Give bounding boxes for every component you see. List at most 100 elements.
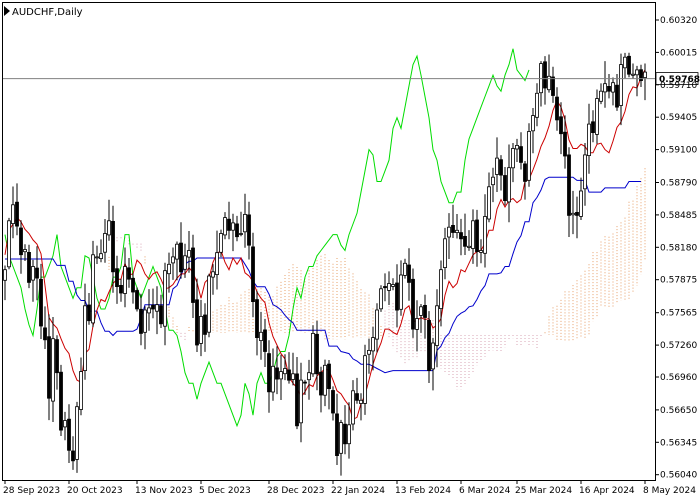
candle-body	[179, 242, 183, 273]
x-tick-label: 22 Jan 2024	[331, 486, 385, 496]
candle-body	[615, 84, 619, 108]
candle-body	[367, 349, 371, 355]
candle-body	[511, 148, 515, 169]
candle	[311, 325, 315, 377]
candle-body	[607, 86, 611, 92]
x-tick-label: 16 Apr 2024	[579, 486, 635, 496]
candle-body	[475, 219, 479, 253]
candle-body	[91, 254, 95, 324]
candle-body	[303, 381, 307, 384]
candle-body	[431, 342, 435, 370]
candle-body	[51, 338, 55, 402]
candle-body	[379, 288, 383, 310]
y-tick-label: 0.57875	[660, 276, 697, 286]
candle-body	[643, 71, 647, 78]
candle-body	[611, 82, 615, 93]
candle-body	[7, 220, 11, 268]
candle-body	[599, 90, 603, 102]
candle-body	[459, 232, 463, 240]
candle-body	[535, 92, 539, 118]
candle-body	[451, 224, 455, 233]
candle-body	[523, 163, 527, 182]
candle-body	[83, 305, 87, 371]
candle-body	[519, 146, 523, 163]
candle-body	[259, 331, 263, 341]
candle-body	[39, 278, 43, 327]
candle-body	[479, 250, 483, 253]
y-tick-label: 0.60015	[660, 48, 697, 58]
candle-body	[335, 413, 339, 456]
candle-body	[275, 367, 279, 380]
candle-body	[291, 373, 295, 380]
y-tick-label: 0.56650	[660, 406, 697, 416]
y-tick-label: 0.59710	[660, 81, 697, 91]
candle-body	[271, 365, 275, 393]
candle-body	[563, 131, 567, 157]
candle-body	[143, 309, 147, 333]
x-tick-label: 13 Feb 2024	[395, 486, 451, 496]
candle	[135, 287, 139, 312]
candle-body	[71, 450, 75, 462]
candle-body	[447, 226, 451, 238]
candle-body	[543, 61, 547, 89]
candle-body	[171, 256, 175, 264]
candle-body	[207, 275, 211, 333]
candle-body	[151, 304, 155, 310]
candle-body	[307, 372, 311, 381]
candle	[411, 268, 415, 338]
candle-body	[175, 243, 179, 260]
candle-body	[327, 363, 331, 390]
candle-body	[55, 339, 59, 374]
candle-body	[267, 353, 271, 393]
candle-body	[419, 306, 423, 316]
candle	[59, 364, 63, 436]
candle-body	[67, 418, 71, 451]
candle-body	[139, 308, 143, 334]
candle-body	[503, 175, 507, 202]
candle-body	[47, 336, 51, 399]
y-axis: 0.60320 0.60015 0.59710 0.59405 0.59100 0.587…	[655, 16, 697, 481]
candle-body	[311, 332, 315, 375]
candle-body	[127, 267, 131, 280]
candle-body	[575, 211, 579, 216]
x-tick-label: 13 Nov 2023	[135, 486, 193, 496]
candle-body	[423, 304, 427, 318]
candle-body	[247, 214, 251, 246]
candle-body	[75, 406, 79, 460]
candle-body	[491, 176, 495, 186]
candle-body	[107, 220, 111, 236]
candle-body	[415, 318, 419, 330]
x-tick-label: 20 Oct 2023	[67, 486, 123, 496]
candle-body	[583, 154, 587, 190]
candle-body	[371, 337, 375, 352]
candle-body	[455, 229, 459, 234]
candle-body	[215, 252, 219, 275]
candle-body	[103, 233, 107, 253]
candle-body	[283, 368, 287, 375]
x-tick-label: 28 Sep 2023	[3, 486, 60, 496]
candle-body	[587, 123, 591, 156]
x-tick-label: 25 Mar 2024	[515, 486, 572, 496]
candle-body	[559, 116, 563, 135]
candle-body	[203, 314, 207, 335]
x-tick-label: 8 May 2024	[643, 486, 696, 496]
candle	[207, 273, 211, 338]
candle-body	[167, 263, 171, 275]
candle-body	[263, 329, 267, 352]
candle-body	[387, 283, 391, 291]
y-tick-label: 0.58485	[660, 211, 697, 221]
candle-body	[219, 233, 223, 253]
candle-body	[467, 245, 471, 248]
candle-body	[147, 307, 151, 314]
candle-body	[19, 227, 23, 256]
candle-body	[95, 256, 99, 259]
y-tick-label: 0.56040	[660, 471, 697, 481]
candle-body	[227, 218, 231, 231]
candle-body	[359, 399, 363, 404]
y-tick-label: 0.58790	[660, 179, 697, 189]
candle-body	[119, 284, 123, 294]
x-tick-label: 6 Mar 2024	[459, 486, 511, 496]
candle-body	[631, 73, 635, 76]
candle	[627, 52, 631, 78]
candle-body	[131, 277, 135, 293]
